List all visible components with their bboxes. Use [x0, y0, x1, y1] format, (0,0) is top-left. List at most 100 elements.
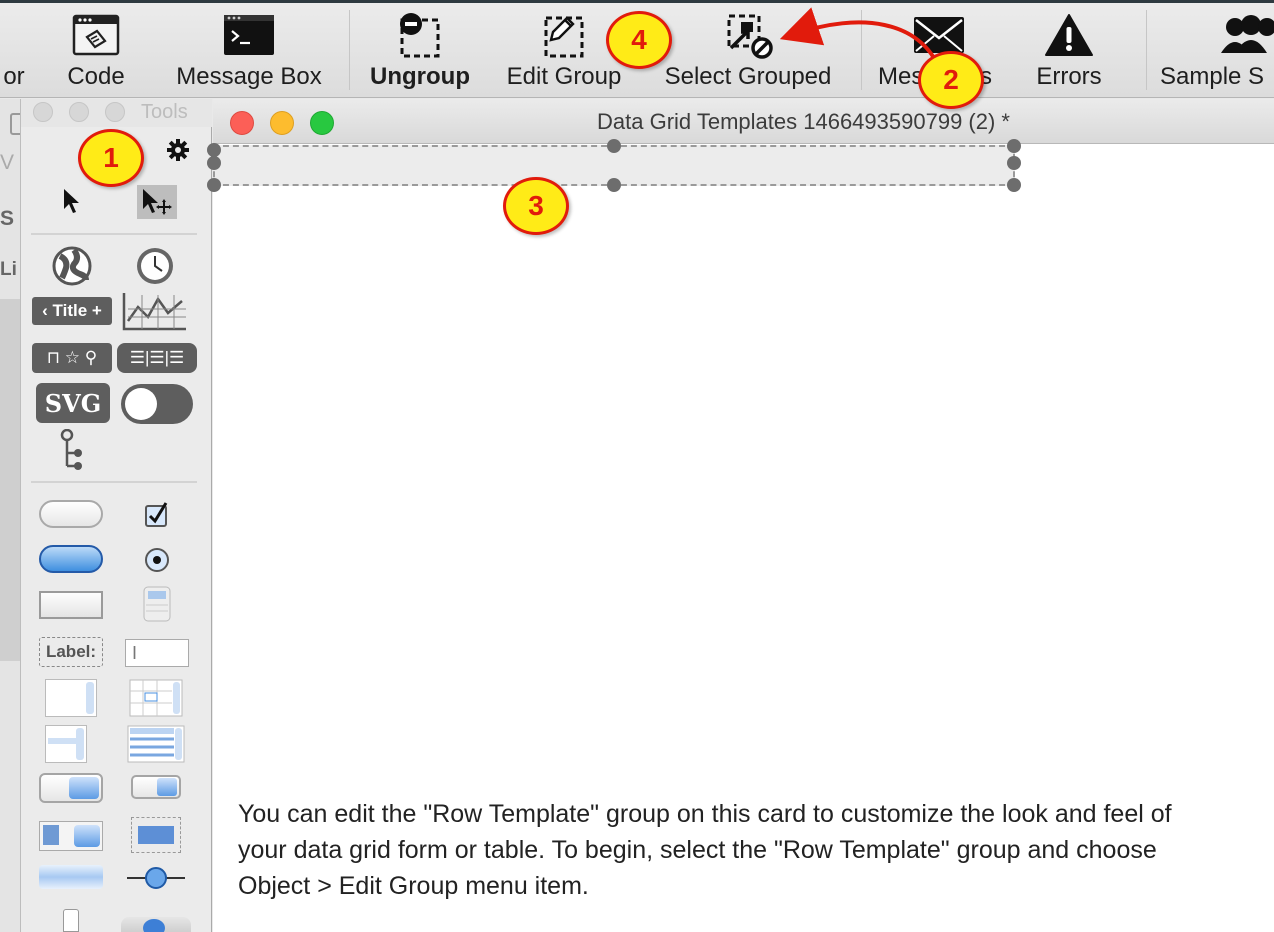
ungroup-icon: [391, 10, 449, 60]
selection-handle[interactable]: [207, 143, 221, 157]
toolbar-separator: [861, 10, 862, 90]
tools-minimize-button[interactable]: [69, 102, 89, 122]
svg-widget-label: SVG: [44, 388, 102, 418]
instructions-text: You can edit the "Row Template" group on…: [238, 800, 1172, 900]
header-bar-widget[interactable]: ‹ Title +: [32, 297, 112, 325]
toolbar-separator: [349, 10, 350, 90]
selection-handle[interactable]: [1007, 139, 1021, 153]
tree-view-widget-icon[interactable]: [57, 429, 87, 471]
toolbar-edit-group-label: Edit Group: [506, 63, 622, 90]
segmented-control-widget[interactable]: ☰|☰|☰: [117, 343, 197, 373]
slider-widget-icon[interactable]: [125, 865, 187, 891]
scrollbar: [76, 728, 84, 760]
sample-stacks-icon: [1219, 10, 1274, 60]
clock-widget-icon[interactable]: [134, 245, 176, 287]
line-graph-widget-icon[interactable]: [121, 291, 189, 331]
selection-handle[interactable]: [207, 178, 221, 192]
label-field-widget[interactable]: Label:: [39, 637, 103, 667]
callout-3: 3: [503, 177, 569, 235]
text-cursor-icon: I: [132, 642, 138, 663]
switch-knob: [125, 388, 157, 420]
segmented-control-glyphs: ☰|☰|☰: [129, 348, 185, 367]
callout-2: 2: [918, 51, 984, 109]
close-button[interactable]: [230, 111, 254, 135]
popup-arrow: [157, 778, 177, 796]
toolbar-select-grouped-label: Select Grouped: [664, 63, 832, 90]
toolbar-errors-button[interactable]: Errors: [1028, 8, 1110, 92]
toolbar-code-button[interactable]: Code: [56, 8, 136, 92]
rounded-button-widget[interactable]: [39, 500, 103, 528]
toolbar-select-grouped-button[interactable]: Select Grouped: [650, 8, 846, 92]
toolbar-message-box-button[interactable]: Message Box: [164, 8, 334, 92]
checkbox-widget-icon[interactable]: [143, 499, 171, 529]
label-field-widget-text: Label:: [45, 642, 97, 661]
code-icon: [67, 10, 125, 60]
toolbar-inspector-button[interactable]: or: [0, 8, 34, 92]
toolbar-separator: [1146, 10, 1147, 90]
scrollbar: [86, 682, 94, 714]
minimize-button[interactable]: [270, 111, 294, 135]
segmented-icons-widget[interactable]: ⊓ ☆ ⚲: [32, 343, 112, 373]
selection-handle[interactable]: [1007, 178, 1021, 192]
browser-widget-icon[interactable]: [51, 245, 93, 287]
tools-divider: [31, 233, 197, 235]
little-arrows-widget[interactable]: [121, 917, 191, 932]
stack-window: Data Grid Templates 1466493590799 (2) * …: [207, 99, 1274, 932]
option-menu-highlight: [138, 826, 174, 844]
combo-box-widget[interactable]: [39, 821, 103, 851]
tools-divider: [31, 481, 197, 483]
gear-icon[interactable]: [165, 137, 191, 163]
toolbar-code-label: Code: [67, 63, 125, 90]
scrolling-list-widget[interactable]: [45, 725, 87, 763]
toolbar-sample-stacks-button[interactable]: Sample S: [1160, 8, 1274, 92]
background-fragment: Li: [0, 259, 17, 280]
callout-4: 4: [606, 11, 672, 69]
toolbar-errors-label: Errors: [1036, 63, 1102, 90]
scrollbar-widget[interactable]: [63, 909, 79, 932]
select-grouped-icon: [719, 10, 777, 60]
toolbar-ungroup-button[interactable]: Ungroup: [362, 8, 478, 92]
text-field-widget[interactable]: I: [125, 639, 189, 667]
header-bar-widget-label: ‹ Title +: [42, 301, 102, 320]
rectangle-button-widget[interactable]: [39, 591, 103, 619]
selection-handle[interactable]: [607, 139, 621, 153]
tools-zoom-button[interactable]: [105, 102, 125, 122]
combo-arrow: [74, 825, 100, 847]
edit-tool-icon[interactable]: [137, 185, 177, 219]
toolbar-top-edge: [0, 0, 1274, 3]
toolbar-ungroup-label: Ungroup: [370, 63, 470, 90]
tools-close-button[interactable]: [33, 102, 53, 122]
zoom-button[interactable]: [310, 111, 334, 135]
screen: or Code Message Box Ungroup Edit Group S…: [0, 0, 1274, 932]
toolbar-inspector-label: or: [3, 63, 25, 90]
option-menu-widget[interactable]: [131, 817, 181, 853]
toolbar-message-box-label: Message Box: [176, 63, 322, 90]
segmented-icons-glyphs: ⊓ ☆ ⚲: [46, 348, 98, 367]
table-field-widget-icon[interactable]: [129, 679, 183, 717]
background-fragment: S: [0, 207, 15, 230]
tools-title: Tools: [141, 101, 188, 123]
tools-palette: Tools ‹ Title + ⊓ ☆ ⚲ ☰|☰|☰ SVG Label: I: [20, 99, 212, 932]
selection-handle[interactable]: [207, 156, 221, 170]
message-box-icon: [220, 10, 278, 60]
tools-title-bar[interactable]: Tools: [21, 99, 212, 127]
errors-icon: [1040, 10, 1098, 60]
selection-handle[interactable]: [1007, 156, 1021, 170]
browse-tool-icon[interactable]: [57, 185, 87, 217]
window-title: Data Grid Templates 1466493590799 (2) *: [597, 109, 1010, 134]
scrolling-field-widget[interactable]: [45, 679, 97, 717]
stack-title-bar[interactable]: Data Grid Templates 1466493590799 (2) *: [213, 99, 1274, 144]
edit-group-icon: [535, 10, 593, 60]
combo-stepper-widget[interactable]: [39, 773, 103, 803]
menu-button-widget-icon[interactable]: [141, 585, 173, 623]
progress-bar-widget[interactable]: [39, 865, 103, 889]
little-arrows-knob: [143, 919, 165, 932]
switch-button-widget[interactable]: [121, 384, 193, 424]
radio-button-widget-icon[interactable]: [143, 546, 171, 574]
list-selection: [48, 738, 78, 744]
popup-menu-widget[interactable]: [131, 775, 181, 799]
default-button-widget[interactable]: [39, 545, 103, 573]
data-grid-widget-icon[interactable]: [127, 725, 185, 763]
svg-widget[interactable]: SVG: [36, 383, 110, 423]
selection-handle[interactable]: [607, 178, 621, 192]
